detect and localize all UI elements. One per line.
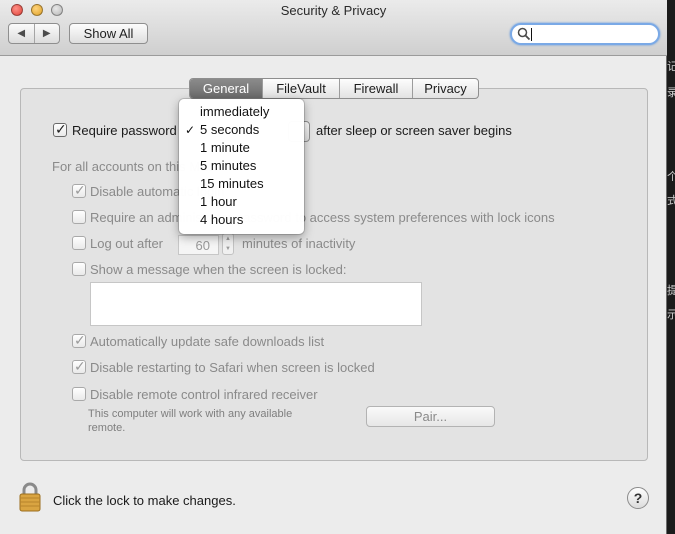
remote-note-line2: remote. xyxy=(88,422,126,434)
title-bar: Security & Privacy ◀ ▶ Show All xyxy=(0,0,667,56)
remote-note-line1: This computer will work with any availab… xyxy=(88,408,293,420)
lock-hint-text: Click the lock to make changes. xyxy=(53,493,236,508)
forward-arrow-icon[interactable]: ▶ xyxy=(35,24,60,43)
menu-item-label: immediately xyxy=(200,104,270,119)
menu-item-15-minutes[interactable]: 15 minutes xyxy=(179,175,304,193)
side-glyph: 录 xyxy=(667,87,675,99)
menu-item-5-minutes[interactable]: 5 minutes xyxy=(179,157,304,175)
pair-button[interactable]: Pair... xyxy=(366,406,495,427)
tab-bar: General FileVault Firewall Privacy xyxy=(189,78,479,99)
require-password-suffix: after sleep or screen saver begins xyxy=(316,123,512,138)
log-out-after-suffix: minutes of inactivity xyxy=(242,236,356,251)
show-message-label: Show a message when the screen is locked… xyxy=(90,262,347,277)
menu-item-1-minute[interactable]: 1 minute xyxy=(179,139,304,157)
menu-item-label: 1 hour xyxy=(200,194,237,209)
disable-safari-restart-checkbox[interactable]: ✓ xyxy=(72,358,86,374)
checkmark-icon: ✓ xyxy=(55,121,67,137)
auto-update-downloads-checkbox[interactable]: ✓ xyxy=(72,332,86,348)
menu-item-immediately[interactable]: immediately xyxy=(179,103,304,121)
search-input[interactable] xyxy=(510,23,660,45)
menu-item-label: 4 hours xyxy=(200,212,244,227)
lock-message-textarea[interactable] xyxy=(90,282,422,326)
window-title: Security & Privacy xyxy=(280,3,387,18)
tab-firewall[interactable]: Firewall xyxy=(340,79,413,98)
side-glyph: 提 xyxy=(667,285,675,297)
auto-update-downloads-label: Automatically update safe downloads list xyxy=(90,334,325,349)
require-password-checkbox[interactable]: ✓ xyxy=(53,121,67,137)
side-glyph: 个 xyxy=(667,171,675,183)
menu-item-1-hour[interactable]: 1 hour xyxy=(179,193,304,211)
lock-icon[interactable] xyxy=(17,482,43,512)
disable-safari-restart-label: Disable restarting to Safari when screen… xyxy=(90,360,375,375)
menu-item-label: 1 minute xyxy=(200,140,250,155)
disable-auto-login-checkbox[interactable]: ✓ xyxy=(72,182,86,198)
logout-minutes-stepper[interactable]: ▲ ▼ xyxy=(222,233,234,255)
disable-remote-ir-label: Disable remote control infrared receiver xyxy=(90,387,318,402)
checkmark-icon: ✓ xyxy=(74,358,86,374)
menu-item-label: 5 seconds xyxy=(200,122,260,137)
back-arrow-icon[interactable]: ◀ xyxy=(9,24,35,43)
show-all-button[interactable]: Show All xyxy=(69,23,148,44)
help-button[interactable]: ? xyxy=(627,487,649,509)
checkmark-icon: ✓ xyxy=(74,332,86,348)
side-glyph: 式 xyxy=(667,195,675,207)
tab-privacy[interactable]: Privacy xyxy=(413,79,478,98)
disable-remote-ir-checkbox[interactable] xyxy=(72,387,86,401)
require-admin-password-checkbox[interactable] xyxy=(72,210,86,224)
password-delay-menu: immediately ✓ 5 seconds 1 minute 5 minute… xyxy=(179,99,304,234)
text-cursor xyxy=(531,28,532,41)
tab-filevault[interactable]: FileVault xyxy=(263,79,340,98)
menu-item-5-seconds[interactable]: ✓ 5 seconds xyxy=(179,121,304,139)
log-out-after-checkbox[interactable] xyxy=(72,236,86,250)
checkmark-icon: ✓ xyxy=(185,123,196,137)
background-window-edge: 记 录 个 式 提 示 xyxy=(667,0,675,534)
side-glyph: 示 xyxy=(667,309,675,321)
menu-item-4-hours[interactable]: 4 hours xyxy=(179,211,304,229)
side-glyph: 记 xyxy=(667,61,675,73)
log-out-after-label: Log out after xyxy=(90,236,163,251)
logout-minutes-field[interactable]: 60 xyxy=(178,235,219,255)
menu-item-label: 5 minutes xyxy=(200,158,257,173)
require-password-label: Require password xyxy=(72,123,177,138)
checkmark-icon: ✓ xyxy=(74,182,86,198)
show-message-checkbox[interactable] xyxy=(72,262,86,276)
back-forward-control[interactable]: ◀ ▶ xyxy=(8,23,60,44)
require-admin-password-label: Require an administrator password to acc… xyxy=(90,210,555,225)
tab-general[interactable]: General xyxy=(190,79,263,98)
menu-item-label: 15 minutes xyxy=(200,176,264,191)
security-privacy-window: Security & Privacy ◀ ▶ Show All General … xyxy=(0,0,667,534)
search-icon xyxy=(517,27,531,41)
